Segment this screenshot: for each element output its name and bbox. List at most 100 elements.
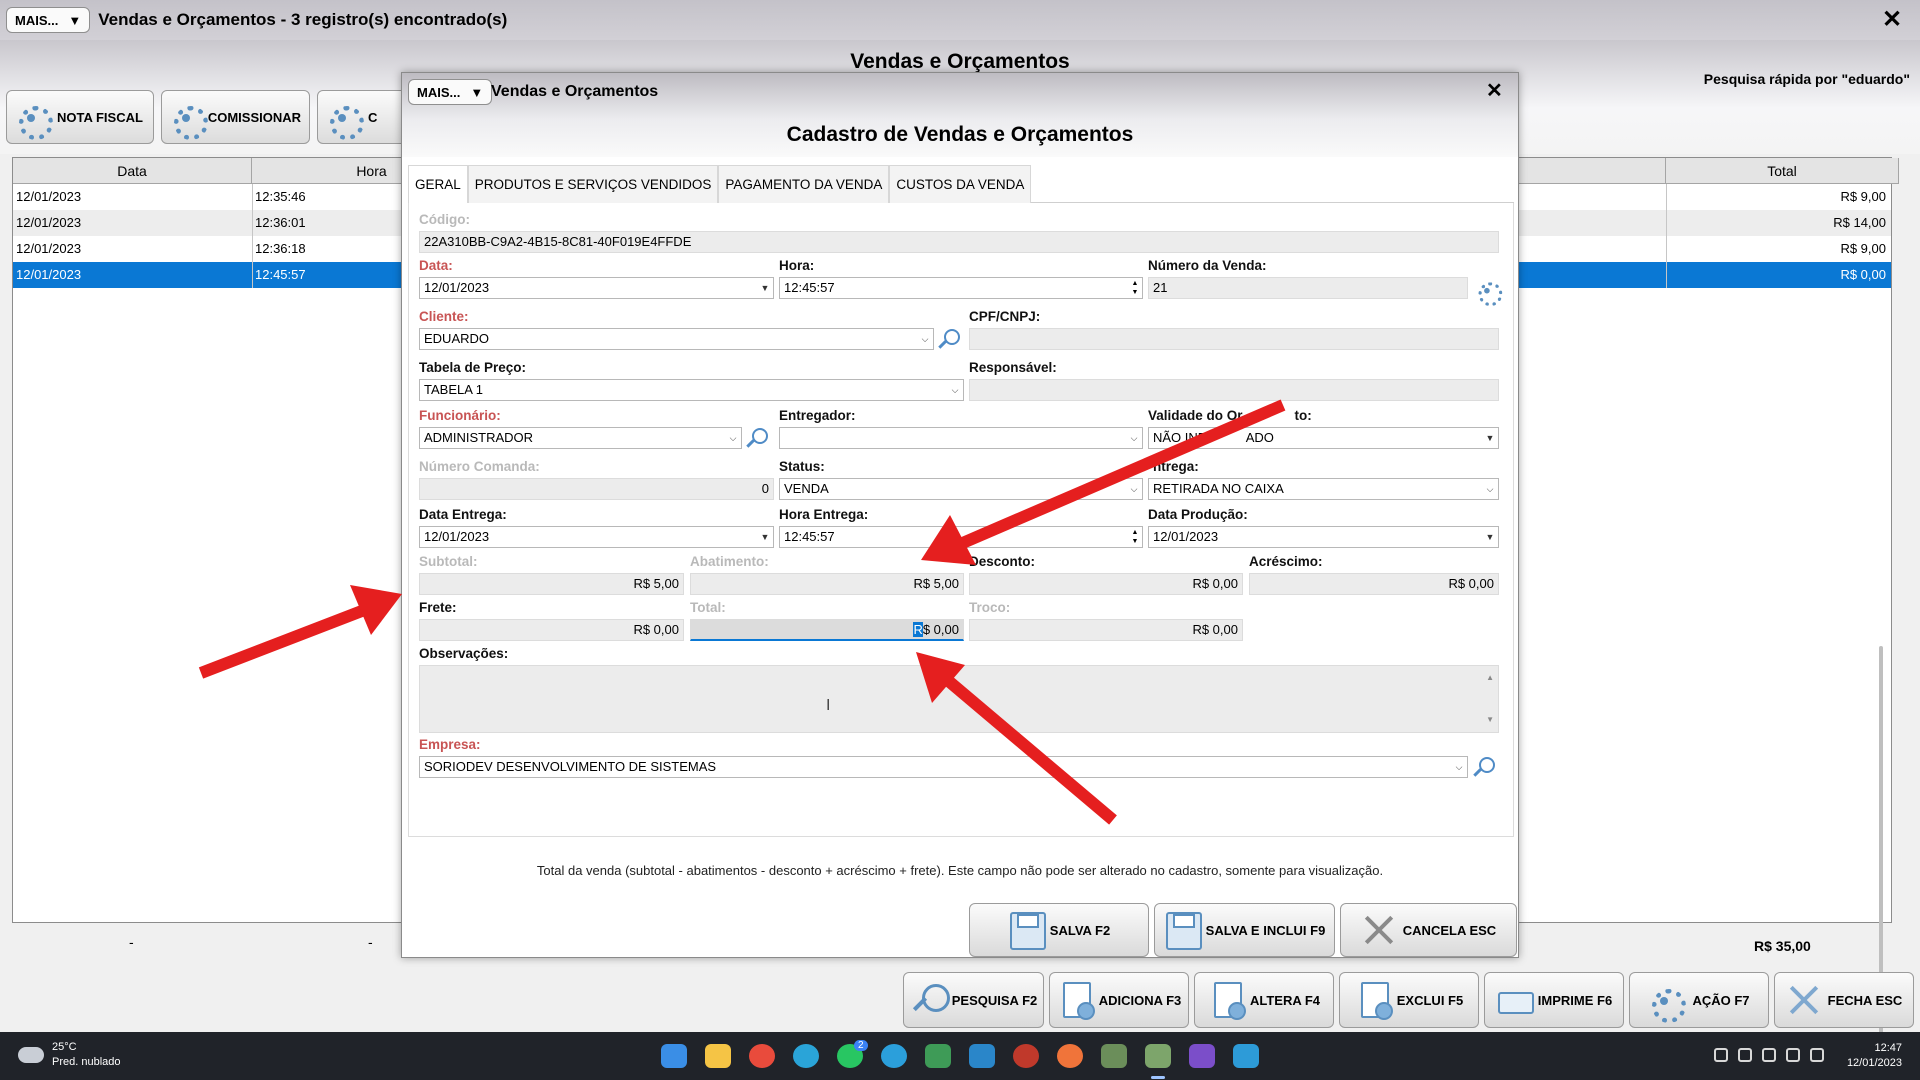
status-value: VENDA [784, 481, 829, 496]
system-tray[interactable] [1714, 1048, 1824, 1062]
column-header-data[interactable]: Data [13, 158, 252, 184]
dropdown-arrow-icon[interactable]: ▼ [757, 278, 773, 298]
dialog-close-icon[interactable]: ✕ [1486, 81, 1503, 101]
codigo-value: 22A310BB-C9A2-4B15-8C81-40F019E4FFDE [424, 234, 692, 249]
numero-venda-field[interactable]: 21 [1148, 277, 1468, 299]
total-value: $ 0,00 [922, 622, 959, 637]
edge-icon[interactable] [793, 1044, 819, 1068]
observacoes-textarea[interactable]: ▲ ▼ I [419, 665, 1499, 733]
dropdown-arrow-icon[interactable]: ⌵ [725, 428, 741, 448]
app-s-active-icon[interactable] [1145, 1044, 1171, 1068]
desconto-field[interactable]: R$ 0,00 [969, 573, 1243, 595]
cancela-button[interactable]: CANCELA ESC [1340, 903, 1517, 957]
dialog-mais-label: MAIS... [417, 84, 461, 100]
third-action-button[interactable]: C [317, 90, 407, 144]
dropdown-arrow-icon[interactable]: ▼ [757, 527, 773, 547]
total-field[interactable]: R$ 0,00 [690, 619, 964, 641]
search-empresa-icon[interactable] [1471, 755, 1495, 779]
imprime-button[interactable]: IMPRIME F6 [1484, 972, 1624, 1028]
telegram-icon[interactable] [881, 1044, 907, 1068]
comissionar-button[interactable]: COMISSIONAR [161, 90, 310, 144]
dropdown-arrow-icon[interactable]: ⌵ [1451, 757, 1467, 777]
dropdown-arrow-icon[interactable]: ⌵ [917, 329, 933, 349]
validade-label: Validade do Or to: [1148, 408, 1312, 423]
scroll-up-icon[interactable]: ▲ [1486, 668, 1494, 688]
empresa-label: Empresa: [419, 737, 481, 752]
tab-pagamento[interactable]: PAGAMENTO DA VENDA [718, 165, 890, 203]
dropdown-arrow-icon[interactable]: ▼ [1482, 527, 1498, 547]
spin-arrows-icon[interactable]: ▲ ▼ [1129, 279, 1141, 297]
acrescimo-field[interactable]: R$ 0,00 [1249, 573, 1499, 595]
windows-start-icon[interactable] [661, 1044, 687, 1068]
gear-icon [326, 98, 364, 140]
dropdown-arrow-icon[interactable]: ⌵ [1126, 479, 1142, 499]
dialog-mais-button[interactable]: MAIS... ▼ [408, 79, 493, 105]
cancela-label: CANCELA ESC [1402, 922, 1497, 938]
funcionario-field[interactable]: ADMINISTRADOR ⌵ [419, 427, 742, 449]
nota-fiscal-button[interactable]: NOTA FISCAL [6, 90, 154, 144]
app-s-icon[interactable] [1101, 1044, 1127, 1068]
entrega-field[interactable]: RETIRADA NO CAIXA ⌵ [1148, 478, 1499, 500]
validade-field[interactable]: NÃO INF ADO ▼ [1148, 427, 1499, 449]
dropdown-arrow-icon[interactable]: ⌵ [1482, 479, 1498, 499]
fecha-button[interactable]: FECHA ESC [1774, 972, 1914, 1028]
hora-entrega-field[interactable]: 12:45:57 ▲ ▼ [779, 526, 1143, 548]
exclui-button[interactable]: EXCLUI F5 [1339, 972, 1479, 1028]
acao-button[interactable]: AÇÃO F7 [1629, 972, 1769, 1028]
spin-arrows-icon[interactable]: ▲ ▼ [1129, 528, 1141, 546]
chrome-icon[interactable] [749, 1044, 775, 1068]
firefox-icon[interactable] [1057, 1044, 1083, 1068]
codigo-label: Código: [419, 212, 470, 227]
cpf-field[interactable] [969, 328, 1499, 350]
tab-custos[interactable]: CUSTOS DA VENDA [889, 165, 1032, 203]
mail-icon[interactable] [969, 1044, 995, 1068]
salva-button[interactable]: SALVA F2 [969, 903, 1149, 957]
window-app-icon[interactable] [1233, 1044, 1259, 1068]
video-editor-icon[interactable] [1189, 1044, 1215, 1068]
data-producao-field[interactable]: 12/01/2023 ▼ [1148, 526, 1499, 548]
main-mais-button[interactable]: MAIS... ▼ [6, 7, 91, 33]
data-field[interactable]: 12/01/2023 ▼ [419, 277, 774, 299]
save-icon [1008, 910, 1046, 950]
empresa-field[interactable]: SORIODEV DESENVOLVIMENTO DE SISTEMAS ⌵ [419, 756, 1468, 778]
salva-inclui-button[interactable]: SALVA E INCLUI F9 [1154, 903, 1335, 957]
tabela-preco-field[interactable]: TABELA 1 ⌵ [419, 379, 964, 401]
gear-icon [1648, 981, 1687, 1023]
cliente-field[interactable]: EDUARDO ⌵ [419, 328, 934, 350]
tab-geral[interactable]: GERAL [408, 165, 468, 203]
tray-network-icon[interactable] [1738, 1048, 1752, 1062]
weather-widget[interactable]: 25°C Pred. nublado [12, 1040, 121, 1070]
pesquisa-button[interactable]: PESQUISA F2 [903, 972, 1044, 1028]
browser-icon[interactable] [1013, 1044, 1039, 1068]
main-mais-label: MAIS... [15, 12, 59, 28]
scroll-down-icon[interactable]: ▼ [1486, 710, 1494, 730]
dropdown-arrow-icon[interactable]: ⌵ [947, 380, 963, 400]
taskbar: 25°C Pred. nublado 2 12:47 12/01/2023 [0, 1032, 1920, 1080]
column-header-total[interactable]: Total [1666, 158, 1899, 184]
tray-cloud-icon[interactable] [1762, 1048, 1776, 1062]
responsavel-field[interactable] [969, 379, 1499, 401]
data-entrega-field[interactable]: 12/01/2023 ▼ [419, 526, 774, 548]
main-close-icon[interactable]: ✕ [1882, 8, 1902, 32]
tray-device-icon[interactable] [1714, 1048, 1728, 1062]
hora-field[interactable]: 12:45:57 ▲ ▼ [779, 277, 1143, 299]
adiciona-button[interactable]: ADICIONA F3 [1049, 972, 1189, 1028]
tray-display-icon[interactable] [1786, 1048, 1800, 1062]
tabela-preco-label: Tabela de Preço: [419, 360, 527, 375]
cell-total: R$ 0,00 [1840, 267, 1886, 282]
dropdown-arrow-icon[interactable]: ⌵ [1126, 428, 1142, 448]
gear-icon[interactable] [1476, 277, 1503, 307]
search-cliente-icon[interactable] [936, 327, 960, 351]
tray-volume-icon[interactable] [1810, 1048, 1824, 1062]
file-explorer-icon[interactable] [705, 1044, 731, 1068]
altera-button[interactable]: ALTERA F4 [1194, 972, 1334, 1028]
entregador-field[interactable]: ⌵ [779, 427, 1143, 449]
status-field[interactable]: VENDA ⌵ [779, 478, 1143, 500]
frete-field[interactable]: R$ 0,00 [419, 619, 684, 641]
tab-produtos[interactable]: PRODUTOS E SERVIÇOS VENDIDOS [467, 165, 719, 203]
spreadsheet-icon[interactable] [925, 1044, 951, 1068]
subtotal-value: R$ 5,00 [633, 576, 679, 591]
dropdown-arrow-icon[interactable]: ▼ [1482, 428, 1498, 448]
search-funcionario-icon[interactable] [744, 426, 768, 450]
clock[interactable]: 12:47 12/01/2023 [1847, 1041, 1902, 1071]
